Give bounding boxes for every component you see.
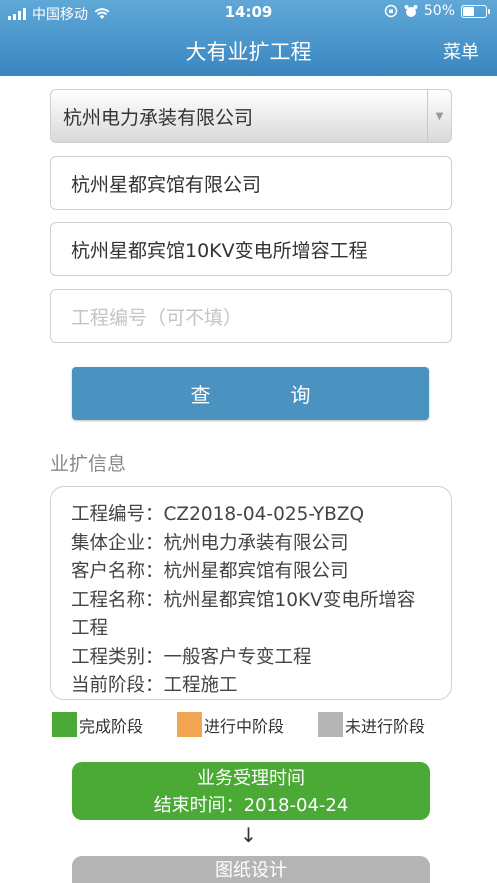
legend-in-progress-swatch — [177, 712, 203, 737]
stage-name: 业务受理时间 — [197, 768, 305, 789]
project-no-field[interactable]: 工程编号（可不填） — [50, 289, 452, 343]
arrow-down-icon: ↓ — [240, 823, 257, 847]
legend-pending: 未进行阶段 — [318, 712, 425, 737]
project-name-value: 杭州星都宾馆10KV变电所增容工程 — [71, 239, 368, 262]
legend-pending-swatch — [318, 712, 344, 737]
legend-pending-label: 未进行阶段 — [345, 716, 426, 736]
project-no-placeholder: 工程编号（可不填） — [71, 306, 243, 329]
company-select[interactable]: 杭州电力承装有限公司 ▼ — [50, 89, 452, 143]
section-title: 业扩信息 — [50, 453, 127, 475]
info-row-customer: 客户名称：杭州星都宾馆有限公司 — [71, 561, 349, 582]
query-button-char-2: 询 — [290, 383, 311, 407]
dropdown-arrow-icon[interactable]: ▼ — [427, 90, 451, 142]
page-title: 大有业扩工程 — [185, 40, 312, 64]
info-row-project-no: 工程编号：CZ2018-04-025-YBZQ — [71, 504, 365, 525]
menu-button[interactable]: 菜单 — [443, 38, 479, 64]
info-row-enterprise: 集体企业：杭州电力承装有限公司 — [71, 532, 349, 554]
stage-card-drawing-design[interactable]: 图纸设计 — [72, 856, 430, 883]
info-row-project-name: 工程名称：杭州星都宾馆10KV变电所增容工程 — [71, 589, 416, 640]
legend-done-swatch — [52, 712, 77, 737]
alarm-icon — [404, 5, 418, 17]
rotation-lock-icon — [384, 4, 398, 18]
customer-name-value: 杭州星都宾馆有限公司 — [71, 173, 262, 196]
project-name-field[interactable]: 杭州星都宾馆10KV变电所增容工程 — [50, 222, 452, 276]
battery-percent: 50% — [423, 3, 455, 19]
stage-card-acceptance[interactable]: 业务受理时间 结束时间：2018-04-24 — [72, 762, 430, 820]
company-select-value: 杭州电力承装有限公司 — [63, 106, 254, 129]
info-row-current-stage: 当前阶段：工程施工 — [71, 675, 238, 696]
legend-in-progress-label: 进行中阶段 — [204, 716, 285, 736]
legend-in-progress: 进行中阶段 — [177, 712, 284, 737]
stage-name: 图纸设计 — [215, 860, 287, 881]
query-button[interactable]: 查 询 — [72, 367, 429, 420]
info-box[interactable]: 工程编号：CZ2018-04-025-YBZQ 集体企业：杭州电力承装有限公司 … — [50, 486, 452, 700]
query-button-char-1: 查 — [190, 383, 211, 407]
legend-done: 完成阶段 — [52, 712, 143, 737]
info-row-category: 工程类别：一般客户专变工程 — [71, 646, 312, 668]
top-bar: 中国移动 14:09 50% 大有业扩工程 菜单 — [0, 0, 497, 76]
stage-legend: 完成阶段 进行中阶段 未进行阶段 — [52, 712, 425, 737]
customer-name-field[interactable]: 杭州星都宾馆有限公司 — [50, 156, 452, 210]
status-bar: 中国移动 14:09 50% — [0, 0, 497, 26]
stage-end-time: 结束时间：2018-04-24 — [153, 795, 349, 816]
battery-icon — [461, 4, 490, 18]
legend-done-label: 完成阶段 — [79, 716, 144, 736]
